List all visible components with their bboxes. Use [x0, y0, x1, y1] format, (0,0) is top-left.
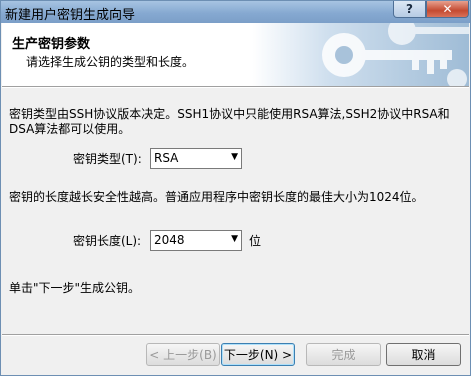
key-length-label: 密钥长度(L): [73, 234, 142, 248]
key-type-label: 密钥类型(T): [73, 152, 142, 166]
cancel-button[interactable]: 取消 [386, 343, 461, 366]
header-subtitle: 请选择生成公钥的类型和长度。 [26, 55, 195, 69]
key-length-value: 2048 [154, 233, 185, 247]
chevron-down-icon: ▼ [231, 152, 238, 162]
help-button[interactable]: ? [393, 1, 426, 18]
window-title: 新建用户密钥生成向导 [5, 8, 136, 23]
header-title: 生产密钥参数 [12, 37, 91, 52]
description-line-2: DSA算法都可以使用。 [9, 122, 131, 136]
back-button[interactable]: < 上一步(B) [146, 343, 220, 366]
length-description: 密钥的长度越长安全性越高。普通应用程序中密钥长度的最佳大小为1024位。 [9, 190, 424, 204]
chevron-down-icon: ▼ [231, 234, 238, 244]
key-type-select[interactable]: RSA ▼ [150, 148, 242, 169]
footer-separator [2, 334, 469, 336]
title-bar: 新建用户密钥生成向导 ? ✕ [1, 1, 470, 23]
key-length-unit: 位 [249, 234, 262, 248]
close-button[interactable]: ✕ [426, 1, 469, 18]
hint-text: 单击"下一步"生成公钥。 [9, 281, 141, 295]
header-separator [2, 86, 469, 88]
key-length-select[interactable]: 2048 ▼ [150, 230, 242, 251]
key-type-value: RSA [154, 151, 179, 165]
next-button[interactable]: 下一步(N) > [221, 343, 295, 366]
description-line-1: 密钥类型由SSH协议版本决定。SSH1协议中只能使用RSA算法,SSH2协议中R… [9, 107, 450, 121]
wizard-window: 新建用户密钥生成向导 ? ✕ 生产密钥参数 请选择生成公钥的类型和长度。 密钥类… [0, 0, 471, 376]
finish-button[interactable]: 完成 [306, 343, 381, 366]
keys-banner-image [252, 23, 469, 86]
wizard-header: 生产密钥参数 请选择生成公钥的类型和长度。 [2, 23, 469, 86]
